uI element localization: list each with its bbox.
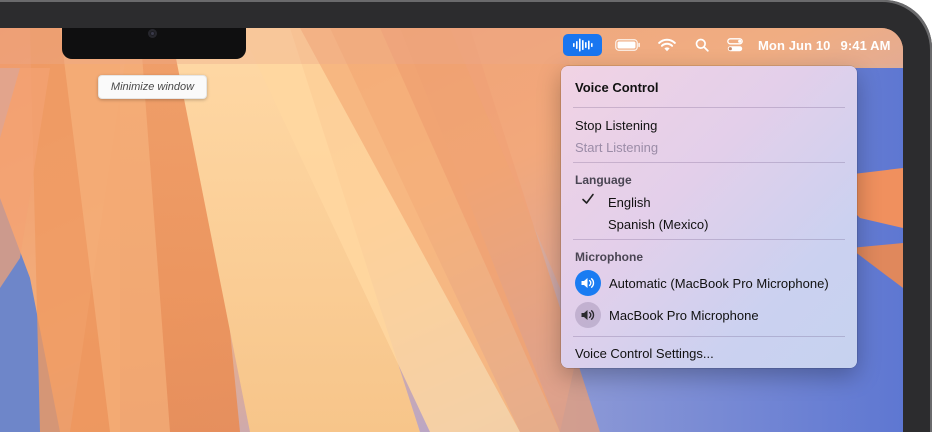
microphone-section-header: Microphone (575, 250, 643, 264)
minimize-window-tooltip: Minimize window (98, 75, 207, 99)
start-listening-item: Start Listening (575, 139, 659, 155)
wifi-icon[interactable] (655, 35, 679, 55)
voice-control-menu-button[interactable] (563, 34, 602, 56)
stop-listening-item[interactable]: Stop Listening (575, 116, 843, 134)
microphone-label: Automatic (MacBook Pro Microphone) (609, 275, 829, 291)
menu-separator (573, 162, 845, 163)
voice-control-waveform-icon (572, 38, 593, 52)
menu-bar-clock[interactable]: Mon Jun 10 9:41 AM (758, 35, 890, 55)
language-item-spanish-mexico[interactable]: Spanish (Mexico) (608, 215, 843, 233)
clock-time: 9:41 AM (840, 37, 891, 53)
battery-icon[interactable] (614, 35, 642, 55)
checkmark-icon (582, 193, 594, 204)
menu-separator (573, 239, 845, 240)
language-section-header: Language (575, 173, 632, 187)
clock-date: Mon Jun 10 (758, 37, 831, 53)
camera-lens (151, 32, 154, 35)
speaker-icon (575, 302, 601, 328)
spotlight-search-icon[interactable] (692, 35, 712, 55)
menu-title: Voice Control (575, 79, 659, 95)
control-center-icon[interactable] (724, 35, 746, 55)
menu-separator (573, 336, 845, 337)
microphone-label: MacBook Pro Microphone (609, 307, 759, 323)
voice-control-settings-item[interactable]: Voice Control Settings... (575, 344, 843, 362)
menu-separator (573, 107, 845, 108)
microphone-item-automatic[interactable]: Automatic (MacBook Pro Microphone) (575, 269, 843, 297)
microphone-item-macbook-pro[interactable]: MacBook Pro Microphone (575, 301, 843, 329)
voice-control-menu: Voice Control Stop Listening Start Liste… (561, 66, 857, 368)
language-item-english[interactable]: English (608, 193, 843, 211)
speaker-icon (575, 270, 601, 296)
